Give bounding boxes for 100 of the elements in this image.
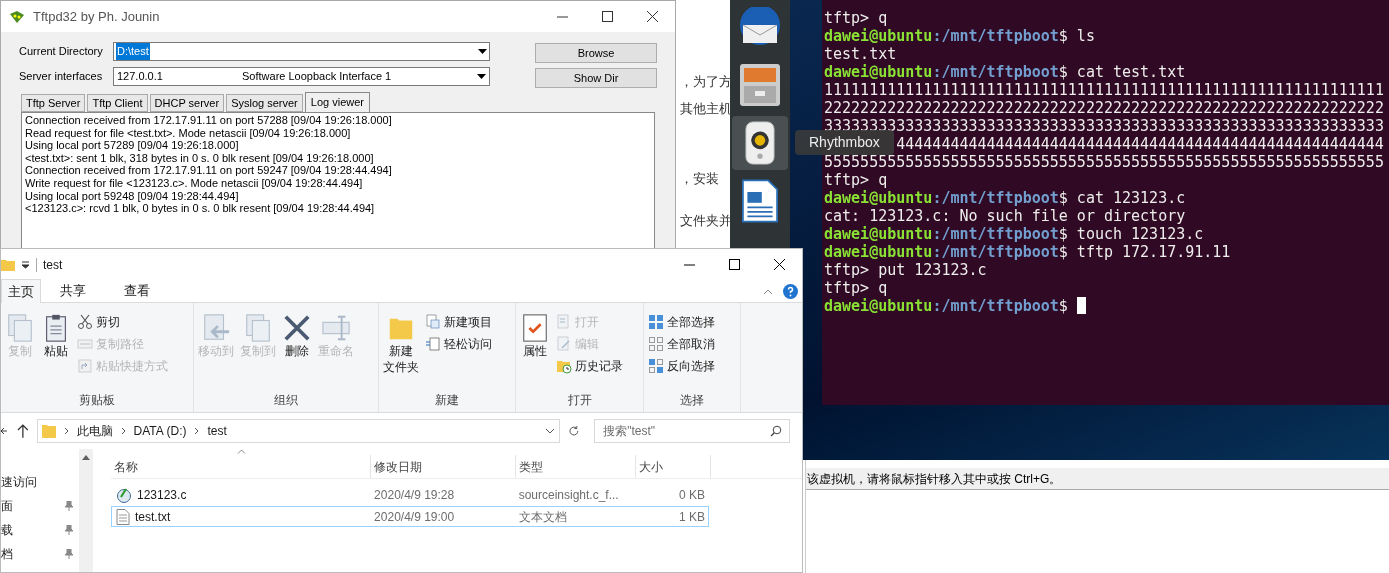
easy-access-icon bbox=[425, 336, 441, 352]
field-label: Current Directory bbox=[19, 44, 104, 60]
terminal-output: 11111111111111111111111111111111111111111111111111111111111111 bbox=[824, 81, 1384, 99]
log-line: Connection received from 172.17.91.11 on port 57288 [09/04 19:26:18.000] bbox=[25, 114, 393, 127]
ribbon-tab[interactable]: 共享 bbox=[41, 280, 105, 302]
terminal-output: 444444444444444444444444444444444444444444444444444444 bbox=[896, 135, 1384, 153]
edit-icon bbox=[556, 336, 572, 352]
prompt-user: dawei@ubuntu bbox=[824, 27, 933, 45]
ribbon-command[interactable]: 历史记录 bbox=[556, 357, 623, 375]
tab[interactable]: Syslog server bbox=[226, 94, 303, 112]
breadcrumb-item[interactable]: 此电脑 bbox=[76, 422, 113, 440]
search-field[interactable]: 搜索"test" bbox=[594, 419, 790, 443]
ribbon-command[interactable]: 剪切 bbox=[77, 313, 168, 331]
checkmark-page-icon bbox=[520, 313, 550, 343]
close-icon[interactable] bbox=[774, 259, 785, 270]
ribbon-group-label: 选择 bbox=[679, 392, 705, 409]
close-icon[interactable] bbox=[647, 11, 658, 22]
terminal-command: $ tftp 172.17.91.11 bbox=[1058, 243, 1231, 261]
ribbon-button[interactable]: 删除 bbox=[282, 313, 312, 391]
select-none-icon bbox=[648, 336, 664, 352]
dropdown-arrow-icon[interactable] bbox=[478, 48, 487, 55]
maximize-icon[interactable] bbox=[729, 259, 740, 270]
documents-icon bbox=[5, 313, 35, 343]
directory-combo[interactable]: D:\test bbox=[113, 42, 490, 61]
column-header[interactable]: 名称 bbox=[111, 455, 371, 478]
breadcrumb-item[interactable]: test bbox=[207, 422, 227, 440]
address-bar[interactable]: 此电脑 DATA (D:) test bbox=[36, 419, 561, 443]
file-cabinet-icon[interactable] bbox=[739, 63, 781, 107]
nav-item[interactable]: 载 bbox=[1, 520, 13, 539]
column-header[interactable]: 修改日期 bbox=[371, 455, 516, 478]
ribbon-command[interactable]: 反向选择 bbox=[648, 357, 715, 375]
column-header[interactable]: 大小 bbox=[636, 455, 711, 478]
maximize-icon[interactable] bbox=[602, 11, 613, 22]
prompt-user: dawei@ubuntu bbox=[824, 225, 933, 243]
breadcrumb-item[interactable]: DATA (D:) bbox=[133, 422, 187, 440]
rename-icon bbox=[321, 313, 351, 343]
up-arrow-icon[interactable] bbox=[16, 424, 29, 438]
tab[interactable]: Tftp Client bbox=[87, 94, 148, 112]
ribbon-button[interactable]: 属性 bbox=[520, 313, 550, 391]
column-header[interactable]: 类型 bbox=[516, 455, 636, 478]
back-arrow-icon[interactable] bbox=[1, 425, 9, 437]
chevron-up-icon[interactable] bbox=[763, 288, 773, 295]
mail-bird-icon[interactable] bbox=[737, 7, 783, 47]
interface-combo[interactable]: 127.0.0.1 Software Loopback Interface 1 bbox=[113, 67, 490, 86]
nav-item[interactable]: 档 bbox=[1, 544, 13, 563]
prompt-path: :/mnt/tftpboot bbox=[932, 243, 1059, 261]
document-icon[interactable] bbox=[742, 179, 778, 223]
chevron-right-icon[interactable] bbox=[63, 427, 69, 435]
tab[interactable]: Tftp Server bbox=[21, 94, 86, 112]
log-line: <123123.c>: rcvd 1 blk, 0 bytes in 0 s. 0 blk resent [09/04 19:28:44.494] bbox=[25, 202, 376, 215]
terminal-output: tftp> put 123123.c bbox=[824, 261, 987, 279]
ribbon-command[interactable]: 轻松访问 bbox=[425, 335, 492, 353]
pin-icon bbox=[65, 548, 73, 559]
dropdown-arrow-icon[interactable] bbox=[477, 73, 486, 80]
dialog-button[interactable]: Show Dir bbox=[535, 68, 657, 88]
search-icon[interactable] bbox=[770, 425, 782, 437]
speaker-icon[interactable] bbox=[744, 121, 776, 165]
chevron-right-icon[interactable] bbox=[120, 427, 126, 435]
chevron-down-icon[interactable] bbox=[545, 428, 556, 434]
ribbon-command[interactable]: 全部取消 bbox=[648, 335, 715, 353]
log-line: Write request for file <123123.c>. Mode netascii [09/04 19:28:44.494] bbox=[25, 176, 364, 190]
refresh-icon[interactable] bbox=[568, 425, 581, 437]
file-size: 0 KB bbox=[678, 486, 706, 504]
dropdown-arrow-icon[interactable] bbox=[21, 260, 30, 269]
file-row[interactable]: 123123.c 2020/4/9 19:28 sourceinsight.c_f... 0 KB bbox=[111, 484, 709, 505]
tab[interactable]: Log viewer bbox=[304, 92, 370, 112]
shortcut-icon bbox=[77, 358, 93, 374]
scroll-up-icon[interactable] bbox=[82, 455, 90, 460]
terminal-output: cat: 123123.c: No such file or directory bbox=[824, 207, 1186, 225]
select-all-icon bbox=[648, 314, 664, 330]
ribbon-command[interactable]: 新建项目 bbox=[425, 313, 492, 331]
scrollbar[interactable] bbox=[79, 449, 93, 572]
tab[interactable]: DHCP server bbox=[149, 94, 225, 112]
ribbon-command[interactable]: 全部选择 bbox=[648, 313, 715, 331]
file-name: 123123.c bbox=[137, 486, 187, 504]
folder-icon bbox=[41, 423, 56, 439]
history-icon bbox=[556, 358, 572, 374]
ribbon-button[interactable]: 粘贴 bbox=[41, 313, 71, 391]
ribbon-tab[interactable]: 查看 bbox=[105, 280, 169, 302]
ribbon-group-label: 剪贴板 bbox=[78, 392, 116, 409]
file-row[interactable]: test.txt 2020/4/9 19:00 文本文档 1 KB bbox=[111, 506, 709, 527]
terminal-output: 55555555555555555555555555555555555555555555555555555555555555 bbox=[824, 153, 1384, 171]
document-text: ，安装 bbox=[680, 170, 719, 188]
open-icon bbox=[556, 314, 572, 330]
prompt-path: :/mnt/tftpboot bbox=[932, 63, 1059, 81]
chevron-right-icon[interactable] bbox=[194, 427, 200, 435]
terminal-command: $ bbox=[1058, 297, 1069, 315]
terminal-command: $ ls bbox=[1058, 27, 1095, 45]
ribbon-tab[interactable]: 主页 bbox=[1, 279, 41, 303]
prompt-user: dawei@ubuntu bbox=[824, 243, 933, 261]
nav-item[interactable]: 速访问 bbox=[1, 472, 37, 491]
interface-address: 127.0.0.1 bbox=[117, 69, 164, 85]
nav-item[interactable]: 面 bbox=[1, 496, 13, 515]
ribbon-button[interactable]: 新建 文件夹 bbox=[383, 313, 419, 391]
dialog-button[interactable]: Browse bbox=[535, 43, 657, 63]
scissors-icon bbox=[77, 314, 93, 330]
file-date: 2020/4/9 19:00 bbox=[373, 508, 456, 526]
dock-item[interactable] bbox=[732, 116, 788, 170]
dock-tooltip: Rhythmbox bbox=[795, 130, 894, 155]
help-icon[interactable] bbox=[783, 284, 798, 299]
